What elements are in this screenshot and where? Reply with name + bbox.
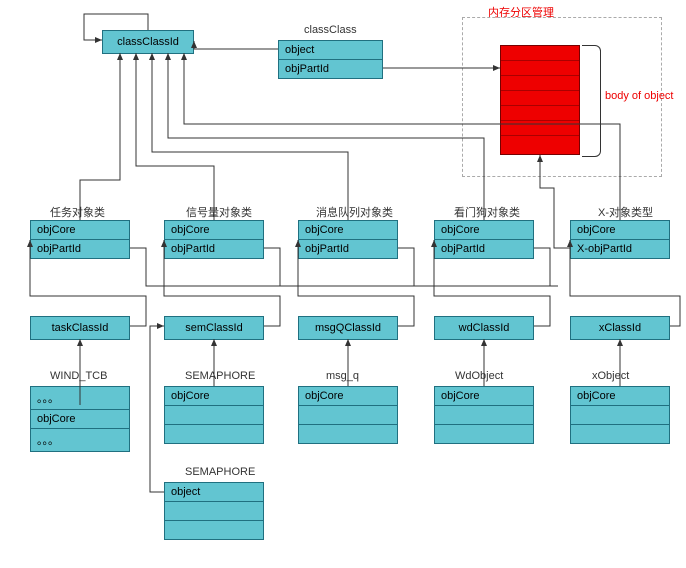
sem-r2: objPartId (165, 240, 263, 258)
wd-label: 看门狗对象类 (454, 204, 520, 220)
class-class-label: classClass (304, 24, 357, 36)
sem-class-id: semClassId (164, 316, 264, 340)
sem-r1: objCore (165, 221, 263, 240)
mem-body (500, 45, 580, 155)
wd-class-box: objCore objPartId (434, 220, 534, 259)
x-r2: X-objPartId (571, 240, 669, 258)
wdobj-r1: objCore (435, 387, 533, 406)
brace (582, 45, 601, 157)
x-r1: objCore (571, 221, 669, 240)
class-class-r1: object (279, 41, 382, 60)
semaphore-r2 (165, 406, 263, 425)
msgq-r1: objCore (299, 221, 397, 240)
semaphore2-r2 (165, 502, 263, 521)
task-class-box: objCore objPartId (30, 220, 130, 259)
wdobj-box: objCore (434, 386, 534, 444)
class-class-box: object objPartId (278, 40, 383, 79)
wd-r1: objCore (435, 221, 533, 240)
sem-class-box: objCore objPartId (164, 220, 264, 259)
wind-r2: objCore (31, 410, 129, 429)
semaphore-label: SEMAPHORE (185, 370, 255, 382)
msgq-inst-box: objCore (298, 386, 398, 444)
x-label: X-对象类型 (598, 204, 653, 220)
x-class-id: xClassId (570, 316, 670, 340)
msgq-inst-r1: objCore (299, 387, 397, 406)
semaphore-r1: objCore (165, 387, 263, 406)
semaphore2-r1: object (165, 483, 263, 502)
semaphore2-box: object (164, 482, 264, 540)
msgq-r2: objPartId (299, 240, 397, 258)
wd-class-id: wdClassId (434, 316, 534, 340)
class-class-r2: objPartId (279, 60, 382, 78)
wdobj-r2 (435, 406, 533, 425)
wind-r3: 。。。 (31, 429, 129, 451)
xobj-label: xObject (592, 370, 629, 382)
wdobj-label: WdObject (455, 370, 503, 382)
msgq-inst-r3 (299, 425, 397, 443)
wd-r2: objPartId (435, 240, 533, 258)
wind-label: WIND_TCB (50, 370, 107, 382)
x-class-box: objCore X-objPartId (570, 220, 670, 259)
semaphore-r3 (165, 425, 263, 443)
wdobj-r3 (435, 425, 533, 443)
semaphore2-r3 (165, 521, 263, 539)
msgq-class-id: msgQClassId (298, 316, 398, 340)
semaphore-box: objCore (164, 386, 264, 444)
task-class-id: taskClassId (30, 316, 130, 340)
msgq-class-box: objCore objPartId (298, 220, 398, 259)
xobj-r1: objCore (571, 387, 669, 406)
sem-label: 信号量对象类 (186, 204, 252, 220)
wind-box: 。。。 objCore 。。。 (30, 386, 130, 452)
body-of-object-label: body of object (605, 90, 674, 102)
wind-r1: 。。。 (31, 387, 129, 410)
xobj-box: objCore (570, 386, 670, 444)
task-label: 任务对象类 (50, 204, 105, 220)
xobj-r2 (571, 406, 669, 425)
msgq-inst-r2 (299, 406, 397, 425)
task-r2: objPartId (31, 240, 129, 258)
msgq-label: 消息队列对象类 (316, 204, 393, 220)
semaphore2-label: SEMAPHORE (185, 466, 255, 478)
xobj-r3 (571, 425, 669, 443)
msgq-inst-label: msg_q (326, 370, 359, 382)
task-r1: objCore (31, 221, 129, 240)
class-class-id-box: classClassId (102, 30, 194, 54)
